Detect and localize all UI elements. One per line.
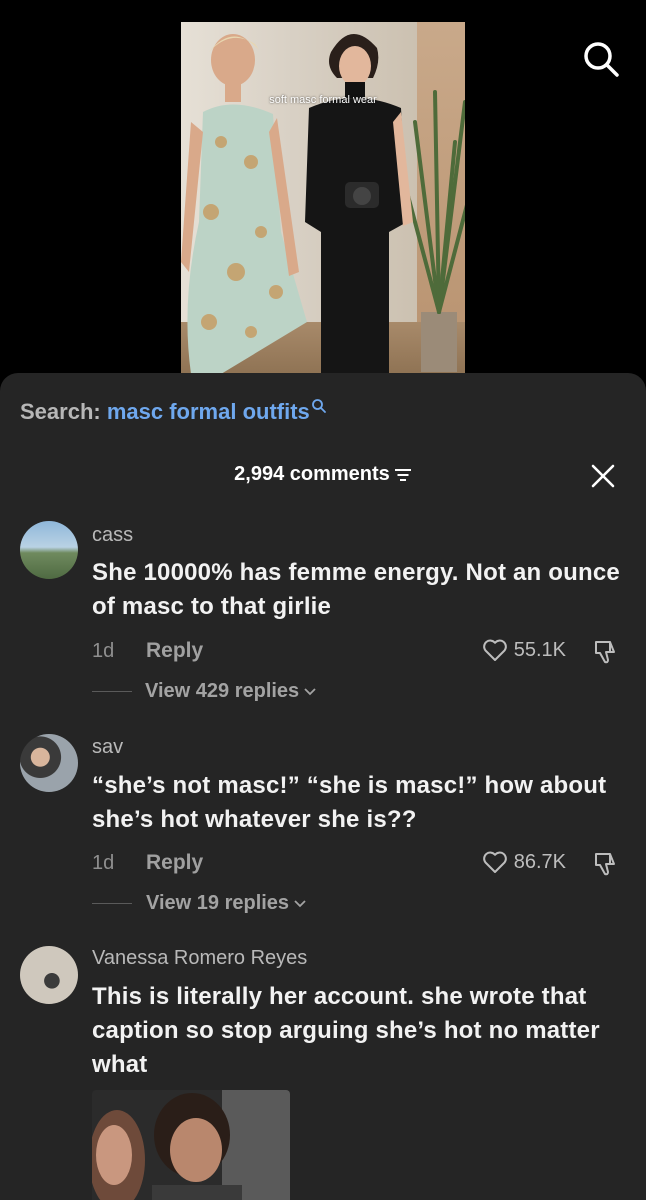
heart-icon[interactable] [482,850,508,874]
like-button[interactable]: 55.1K [482,638,566,662]
person-right-illustration [305,33,413,374]
avatar[interactable] [20,946,78,1004]
reply-button[interactable]: Reply [146,639,203,663]
video-frame[interactable]: soft masc formal wear [181,22,465,374]
like-count: 55.1K [513,638,566,661]
reply-button[interactable]: Reply [146,851,203,875]
comment-time: 1d [92,640,115,662]
view-replies-button[interactable]: View 429 replies [92,680,317,703]
comment-text: This is literally her account. she wrote… [92,983,600,1078]
comment-username[interactable]: sav [92,736,123,759]
close-icon[interactable] [590,463,616,489]
like-count: 86.7K [513,850,566,873]
comment-attached-image[interactable] [92,1090,290,1200]
heart-icon[interactable] [482,638,508,662]
attached-image-illustration [92,1090,290,1200]
replies-divider [92,903,132,904]
comments-sheet: Search: masc formal outfits 2,994 commen… [0,373,646,1200]
comment-time: 1d [92,852,115,874]
search-prefix: Search: [20,399,101,424]
dislike-icon[interactable] [592,638,620,666]
view-replies-label: View 19 replies [146,892,290,914]
chevron-down-icon [304,687,316,695]
comment-username[interactable]: Vanessa Romero Reyes [92,947,307,970]
search-small-icon [311,399,326,413]
video-caption: soft masc formal wear [269,94,377,106]
comment-username[interactable]: cass [92,524,133,547]
dislike-icon[interactable] [592,850,620,878]
filter-icon[interactable] [394,468,412,482]
comment-text: She 10000% has femme energy. Not an ounc… [92,559,620,620]
search-icon[interactable] [582,40,620,78]
avatar[interactable] [20,521,78,579]
view-replies-label: View 429 replies [145,680,300,702]
comments-count: 2,994 comments [234,463,390,485]
like-button[interactable]: 86.7K [482,850,566,874]
search-query-link[interactable]: masc formal outfits [107,399,310,424]
video-player[interactable]: soft masc formal wear [0,0,646,380]
search-suggestion[interactable]: Search: masc formal outfits [20,399,327,425]
comments-header: 2,994 comments [0,463,646,486]
view-replies-button[interactable]: View 19 replies [92,892,307,915]
replies-divider [92,691,132,692]
comment-text: “she’s not masc!” “she is masc!” how abo… [92,772,607,833]
avatar[interactable] [20,734,78,792]
chevron-down-icon [294,899,306,907]
